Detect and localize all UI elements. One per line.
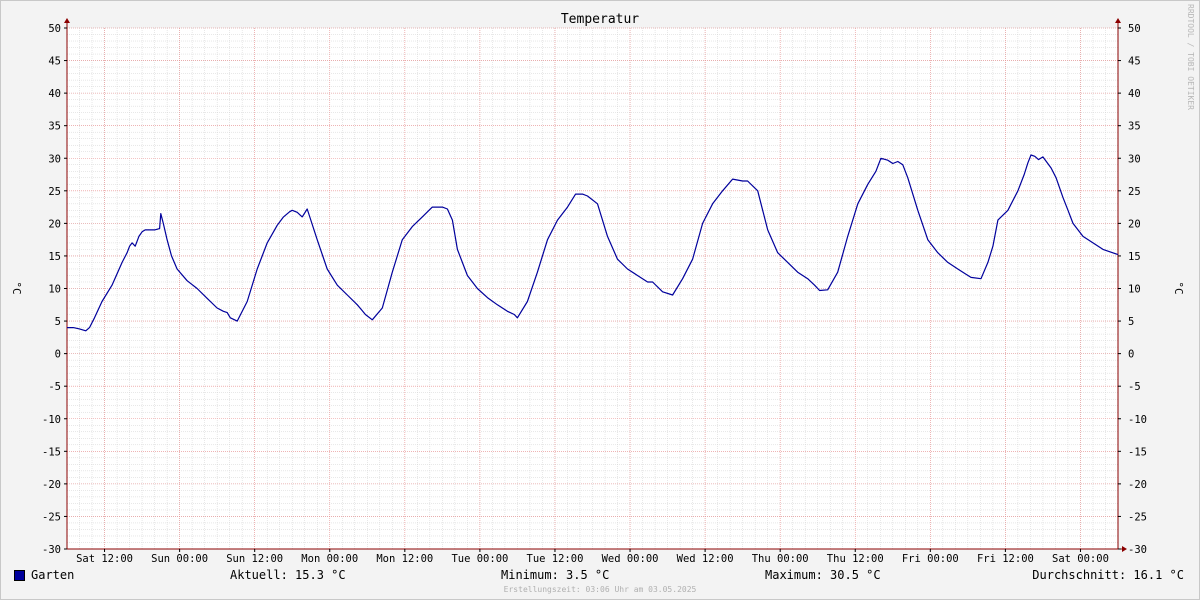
watermark: RRDTOOL / TOBI OETIKER [1186,4,1195,110]
y-tick-label-right: -5 [1128,381,1141,393]
y-tick-label-left: 40 [48,88,61,100]
y-tick-label-left: 15 [48,251,61,263]
x-tick-label: Sun 12:00 [226,553,283,565]
y-axis-label-right: °C [1172,281,1185,294]
y-tick-label-left: 30 [48,153,61,165]
creation-time: Erstellungszeit: 03:06 Uhr am 03.05.2025 [503,585,697,594]
stat-average: Durchschnitt: 16.1 °C [1032,568,1184,582]
x-tick-label: Sat 12:00 [76,553,133,565]
y-tick-label-left: 35 [48,121,61,133]
x-tick-label: Thu 12:00 [827,553,884,565]
y-tick-label-right: 10 [1128,284,1141,296]
y-tick-label-right: -10 [1128,414,1147,426]
x-tick-label: Fri 00:00 [902,553,959,565]
x-tick-label: Fri 12:00 [977,553,1034,565]
x-tick-labels: Sat 12:00 Sun 00:00 Sun 12:00 Mon 00:00 Mon … [76,553,1109,565]
y-tick-label-right: 35 [1128,121,1141,133]
y-tick-label-right: -15 [1128,446,1147,458]
y-tick-label-right: 50 [1128,23,1141,35]
x-tick-label: Thu 00:00 [752,553,809,565]
x-tick-label: Mon 00:00 [301,553,358,565]
y-tick-label-left: 45 [48,56,61,68]
y-tick-label-right: 15 [1128,251,1141,263]
chart-title: Temperatur [561,12,639,27]
y-tick-label-left: -5 [48,381,61,393]
y-tick-label-left: 50 [48,23,61,35]
y-tick-labels-right: 50454035302520151050-5-10-15-20-25-30 [1128,23,1147,556]
legend: Garten [14,568,74,582]
x-tick-label: Wed 00:00 [602,553,659,565]
x-tick-label: Sat 00:00 [1052,553,1109,565]
legend-swatch [14,569,25,581]
stat-minimum: Minimum: 3.5 °C [501,568,610,582]
y-tick-label-right: 20 [1128,218,1141,230]
y-tick-label-left: 5 [55,316,61,328]
y-tick-label-right: -25 [1128,511,1147,523]
y-tick-label-right: 30 [1128,153,1141,165]
temperature-chart: 50454035302520151050-5-10-15-20-25-30 50… [10,12,1185,565]
y-tick-labels-left: 50454035302520151050-5-10-15-20-25-30 [42,23,61,556]
x-tick-label: Wed 12:00 [677,553,734,565]
legend-label: Garten [31,568,75,582]
stat-maximum: Maximum: 30.5 °C [765,568,881,582]
y-tick-label-right: 25 [1128,186,1141,198]
x-tick-label: Tue 00:00 [451,553,508,565]
y-tick-label-left: -30 [42,544,61,556]
y-tick-label-left: -25 [42,511,61,523]
y-tick-label-left: -20 [42,479,61,491]
x-tick-label: Tue 12:00 [527,553,584,565]
y-tick-label-right: 0 [1128,349,1134,361]
x-tick-label: Sun 00:00 [151,553,208,565]
y-tick-label-right: 5 [1128,316,1134,328]
y-tick-label-right: -20 [1128,479,1147,491]
y-axis-left-arrow [64,18,70,23]
y-axis-label-left: °C [10,281,23,294]
x-tick-label: Mon 12:00 [376,553,433,565]
y-tick-label-right: -30 [1128,544,1147,556]
x-axis-arrow [1122,546,1127,552]
y-tick-label-right: 40 [1128,88,1141,100]
y-tick-label-right: 45 [1128,56,1141,68]
y-tick-label-left: 0 [55,349,61,361]
stat-current: Aktuell: 15.3 °C [230,568,346,582]
y-tick-label-left: 10 [48,284,61,296]
y-tick-label-left: 20 [48,218,61,230]
y-tick-label-left: -10 [42,414,61,426]
y-tick-label-left: -15 [42,446,61,458]
y-axis-right-arrow [1115,18,1121,23]
y-tick-label-left: 25 [48,186,61,198]
